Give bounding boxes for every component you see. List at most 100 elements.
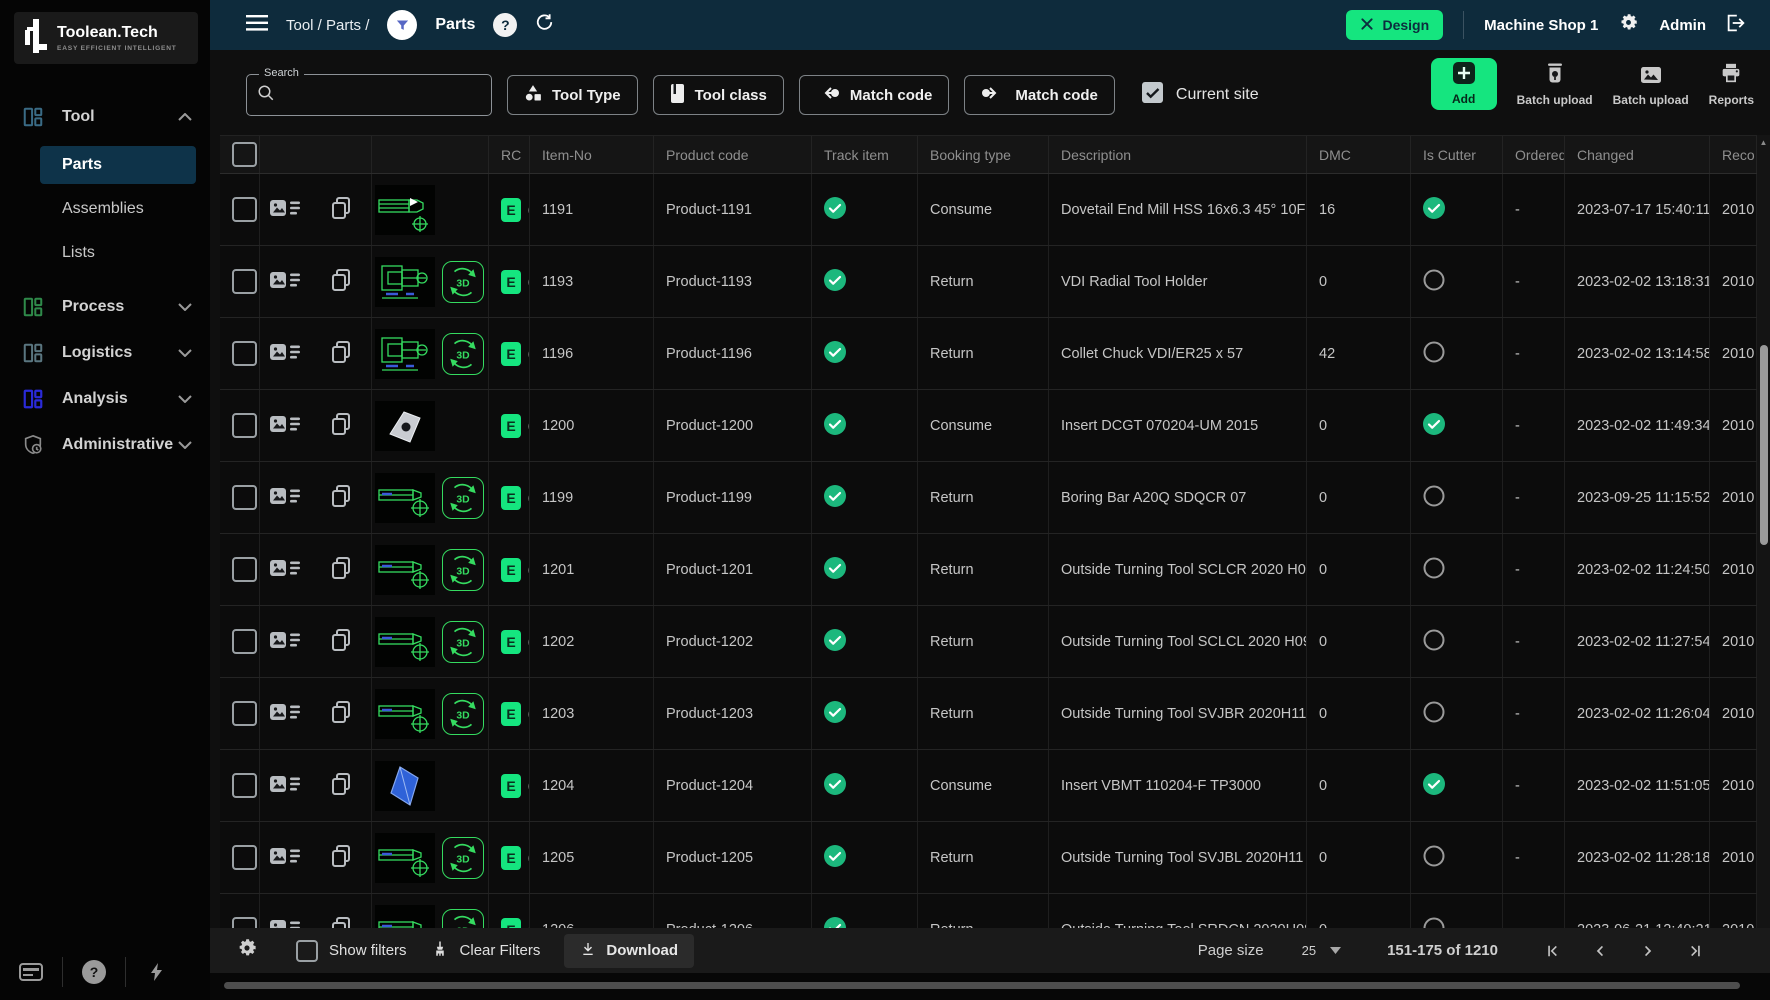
- add-button[interactable]: Add: [1431, 58, 1497, 110]
- lightning-icon[interactable]: [126, 963, 188, 981]
- help-icon[interactable]: ?: [493, 13, 517, 37]
- sidebar-item-administrative[interactable]: Administrative: [0, 422, 210, 468]
- details-card-icon[interactable]: [270, 558, 300, 582]
- design-button[interactable]: Design: [1346, 10, 1443, 40]
- page-size-caret-icon[interactable]: [1330, 947, 1341, 954]
- show-filters-checkbox[interactable]: [296, 940, 318, 962]
- match-code-in-filter-button[interactable]: Match code: [799, 75, 950, 115]
- page-size-value[interactable]: 25: [1302, 943, 1316, 958]
- copy-icon[interactable]: [330, 628, 352, 656]
- hamburger-menu-icon[interactable]: [246, 15, 268, 36]
- settings-gear-icon[interactable]: [1618, 12, 1639, 38]
- details-card-icon[interactable]: [270, 702, 300, 726]
- 3d-view-badge[interactable]: 3D: [442, 909, 484, 931]
- table-row[interactable]: E0 1200 Product-1200 Consume Insert DCGT…: [220, 390, 1757, 462]
- column-header-booking-type[interactable]: Booking type: [918, 136, 1049, 173]
- clear-filters-button[interactable]: Clear Filters: [431, 940, 541, 962]
- sidebar-item-parts[interactable]: Parts: [40, 146, 196, 184]
- 3d-view-badge[interactable]: 3D: [442, 333, 484, 375]
- column-header-rc[interactable]: RC: [489, 136, 530, 173]
- table-row[interactable]: E0 1204 Product-1204 Consume Insert VBMT…: [220, 750, 1757, 822]
- part-thumbnail-endmill-drawing[interactable]: [375, 185, 435, 235]
- site-selector[interactable]: Machine Shop 1: [1484, 17, 1598, 34]
- copy-icon[interactable]: [330, 196, 352, 224]
- sidebar-item-assemblies[interactable]: Assemblies: [40, 190, 196, 228]
- column-header-track-item[interactable]: Track item: [812, 136, 918, 173]
- copy-icon[interactable]: [330, 484, 352, 512]
- column-header-product-code[interactable]: Product code: [654, 136, 812, 173]
- row-checkbox[interactable]: [232, 773, 257, 798]
- part-thumbnail-turning-drawing[interactable]: [375, 689, 435, 739]
- previous-page-icon[interactable]: [1576, 942, 1624, 960]
- table-settings-gear-icon[interactable]: [236, 937, 258, 964]
- horizontal-scrollbar[interactable]: [210, 973, 1770, 1000]
- sidebar-item-process[interactable]: Process: [0, 284, 210, 330]
- last-page-icon[interactable]: [1672, 942, 1720, 960]
- brand-logo[interactable]: Toolean.Tech EASY EFFICIENT INTELLIGENT: [14, 12, 198, 64]
- table-row[interactable]: 3D E0 1206 Product-1206 Return Outside T…: [220, 894, 1757, 930]
- tool-class-filter-button[interactable]: Tool class: [653, 75, 784, 115]
- copy-icon[interactable]: [330, 700, 352, 728]
- details-card-icon[interactable]: [270, 774, 300, 798]
- filter-funnel-icon[interactable]: [387, 10, 417, 40]
- 3d-view-badge[interactable]: 3D: [442, 693, 484, 735]
- copy-icon[interactable]: [330, 412, 352, 440]
- row-checkbox[interactable]: [232, 197, 257, 222]
- table-row[interactable]: 3D E0 1201 Product-1201 Return Outside T…: [220, 534, 1757, 606]
- show-filters-toggle[interactable]: Show filters: [296, 940, 407, 962]
- table-row[interactable]: 3D E0 1202 Product-1202 Return Outside T…: [220, 606, 1757, 678]
- row-checkbox[interactable]: [232, 845, 257, 870]
- column-header-ordered[interactable]: Ordered: [1503, 136, 1565, 173]
- vertical-scrollbar-thumb[interactable]: [1760, 345, 1768, 545]
- row-checkbox[interactable]: [232, 341, 257, 366]
- search-input[interactable]: [283, 86, 457, 105]
- column-header-is-cutter[interactable]: Is Cutter: [1411, 136, 1503, 173]
- download-button[interactable]: Download: [564, 934, 694, 968]
- copy-icon[interactable]: [330, 340, 352, 368]
- help-icon[interactable]: ?: [63, 960, 125, 984]
- column-header-reco[interactable]: Reco: [1710, 136, 1757, 173]
- column-header-dmc[interactable]: DMC: [1307, 136, 1411, 173]
- refresh-icon[interactable]: [535, 13, 554, 37]
- row-checkbox[interactable]: [232, 269, 257, 294]
- part-thumbnail-turning-drawing[interactable]: [375, 473, 435, 523]
- batch-upload-images-button[interactable]: Batch upload: [1613, 67, 1689, 110]
- scroll-up-arrow-icon[interactable]: ▲: [1757, 135, 1770, 149]
- details-card-icon[interactable]: [270, 630, 300, 654]
- match-code-out-filter-button[interactable]: Match code: [964, 75, 1115, 115]
- table-row[interactable]: 3D E0 1193 Product-1193 Return VDI Radia…: [220, 246, 1757, 318]
- sidebar-item-tool[interactable]: Tool: [0, 94, 210, 140]
- column-header-item-no[interactable]: Item-No: [530, 136, 654, 173]
- current-site-checkbox[interactable]: [1142, 82, 1163, 108]
- part-thumbnail-insert-gray[interactable]: [375, 401, 435, 451]
- part-thumbnail-turning-drawing[interactable]: [375, 617, 435, 667]
- search-field[interactable]: Search: [246, 74, 492, 116]
- part-thumbnail-turning-drawing[interactable]: [375, 905, 435, 931]
- details-card-icon[interactable]: [270, 414, 300, 438]
- part-thumbnail-holder-drawing[interactable]: [375, 329, 435, 379]
- 3d-view-badge[interactable]: 3D: [442, 837, 484, 879]
- part-thumbnail-insert-blue[interactable]: [375, 761, 435, 811]
- column-header-changed[interactable]: Changed: [1565, 136, 1710, 173]
- table-row[interactable]: 3D E0 1196 Product-1196 Return Collet Ch…: [220, 318, 1757, 390]
- row-checkbox[interactable]: [232, 629, 257, 654]
- select-all-checkbox[interactable]: [232, 142, 257, 167]
- table-row[interactable]: 3D E0 1199 Product-1199 Return Boring Ba…: [220, 462, 1757, 534]
- table-row[interactable]: 3D E0 1205 Product-1205 Return Outside T…: [220, 822, 1757, 894]
- part-thumbnail-holder-drawing[interactable]: [375, 257, 435, 307]
- sidebar-item-lists[interactable]: Lists: [40, 234, 196, 272]
- row-checkbox[interactable]: [232, 413, 257, 438]
- first-page-icon[interactable]: [1528, 942, 1576, 960]
- tool-type-filter-button[interactable]: Tool Type: [507, 75, 638, 115]
- 3d-view-badge[interactable]: 3D: [442, 621, 484, 663]
- details-card-icon[interactable]: [270, 342, 300, 366]
- 3d-view-badge[interactable]: 3D: [442, 261, 484, 303]
- reports-button[interactable]: Reports: [1709, 63, 1754, 110]
- copy-icon[interactable]: [330, 556, 352, 584]
- batch-upload-tools-button[interactable]: Batch upload: [1517, 63, 1593, 110]
- details-card-icon[interactable]: [270, 486, 300, 510]
- row-checkbox[interactable]: [232, 557, 257, 582]
- keyboard-icon[interactable]: [0, 963, 62, 981]
- logout-icon[interactable]: [1726, 14, 1746, 37]
- 3d-view-badge[interactable]: 3D: [442, 549, 484, 591]
